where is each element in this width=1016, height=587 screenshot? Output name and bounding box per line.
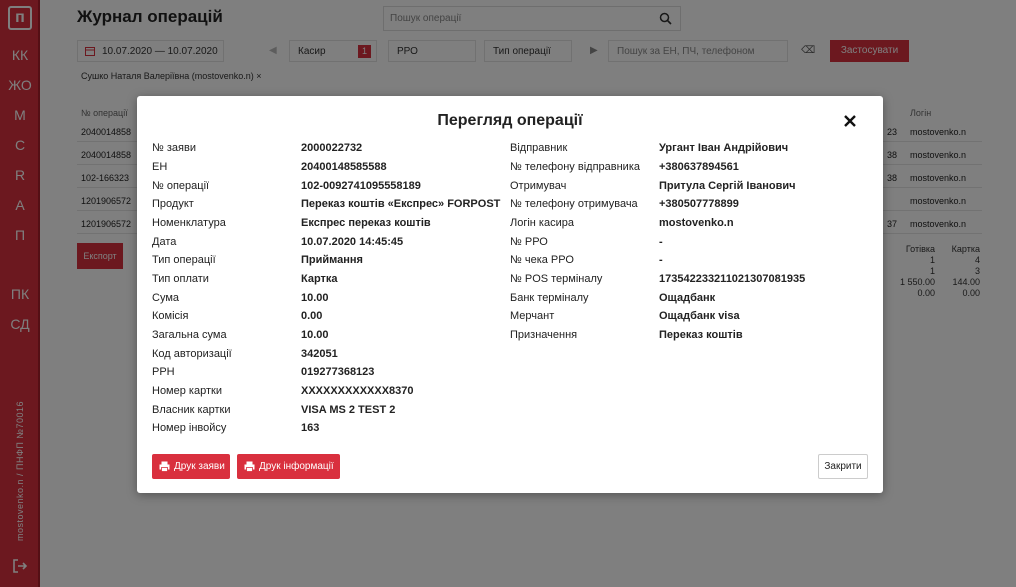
field-label: Мерчант (510, 310, 555, 322)
field-value: Переказ коштів (659, 329, 743, 341)
operation-details-modal: Перегляд операції № заяви 2000022732 ЕН … (137, 96, 883, 493)
field-label: № POS терміналу (510, 273, 603, 285)
field-value: 10.00 (301, 292, 329, 304)
field-label: № операції (152, 180, 210, 192)
field-label: Відправник (510, 142, 568, 154)
field-value: 17354223321102130708​1935 (659, 273, 806, 285)
modal-title: Перегляд операції (437, 112, 583, 129)
field-value: Ощадбанк visa (659, 310, 740, 322)
field-label: Логін касира (510, 217, 574, 229)
printer-icon (159, 461, 170, 472)
field-value: XXXXXXXXXXXX8370 (301, 385, 414, 397)
field-value: Ощадбанк (659, 292, 716, 304)
field-value: Переказ коштів «Експрес» FORPOST (301, 198, 501, 210)
field-label: Призначення (510, 329, 578, 341)
field-label: № РРО (510, 236, 548, 248)
field-label: Номер картки (152, 385, 222, 397)
field-label: № телефону отримувача (510, 198, 638, 210)
field-label: Сума (152, 292, 180, 304)
field-label: № заяви (152, 142, 196, 154)
field-label: Номер інвойсу (152, 422, 227, 434)
field-value: Притула Сергій Іванович (659, 180, 796, 192)
field-label: Тип операції (152, 254, 216, 266)
printer-icon (244, 461, 255, 472)
field-value: - (659, 236, 663, 248)
field-value: 342051 (301, 348, 338, 360)
field-label: Тип оплати (152, 273, 209, 285)
field-label: Комісія (152, 310, 189, 322)
field-label: Банк терміналу (510, 292, 589, 304)
print-request-label: Друк заяви (174, 461, 225, 472)
field-value: 20400148585588 (301, 161, 387, 173)
field-value: 102-0092741095558189 (301, 180, 421, 192)
print-info-button[interactable]: Друк інформації (237, 454, 340, 479)
close-icon[interactable] (843, 114, 857, 128)
field-label: Код авторизації (152, 348, 232, 360)
field-label: Дата (152, 236, 177, 248)
field-label: № телефону відправника (510, 161, 640, 173)
field-label: Отримувач (510, 180, 567, 192)
field-value: 019277368123 (301, 366, 375, 378)
field-value: Приймання (301, 254, 363, 266)
field-value: 10.07.2020 14:45:45 (301, 236, 404, 248)
field-label: Загальна сума (152, 329, 227, 341)
field-label: Номенклатура (152, 217, 226, 229)
field-value: Картка (301, 273, 338, 285)
field-label: ЕН (152, 161, 168, 173)
print-info-label: Друк інформації (259, 461, 334, 472)
field-value: 163 (301, 422, 320, 434)
field-value: +380637894561 (659, 161, 739, 173)
field-value: 10.00 (301, 329, 329, 341)
field-value: Експрес переказ коштів (301, 217, 431, 229)
close-button[interactable]: Закрити (818, 454, 868, 479)
field-value: mostovenko.n (659, 217, 734, 229)
field-label: № чека РРО (510, 254, 574, 266)
field-value: +380507778899 (659, 198, 739, 210)
field-label: Власник картки (152, 404, 231, 416)
field-label: РРН (152, 366, 175, 378)
field-value: 2000022732 (301, 142, 363, 154)
field-value: - (659, 254, 663, 266)
field-value: 0.00 (301, 310, 323, 322)
field-value: Ургант Іван Андрійович (659, 142, 789, 154)
field-label: Продукт (152, 198, 194, 210)
field-value: VISA MS 2 TEST 2 (301, 404, 396, 416)
print-request-button[interactable]: Друк заяви (152, 454, 230, 479)
